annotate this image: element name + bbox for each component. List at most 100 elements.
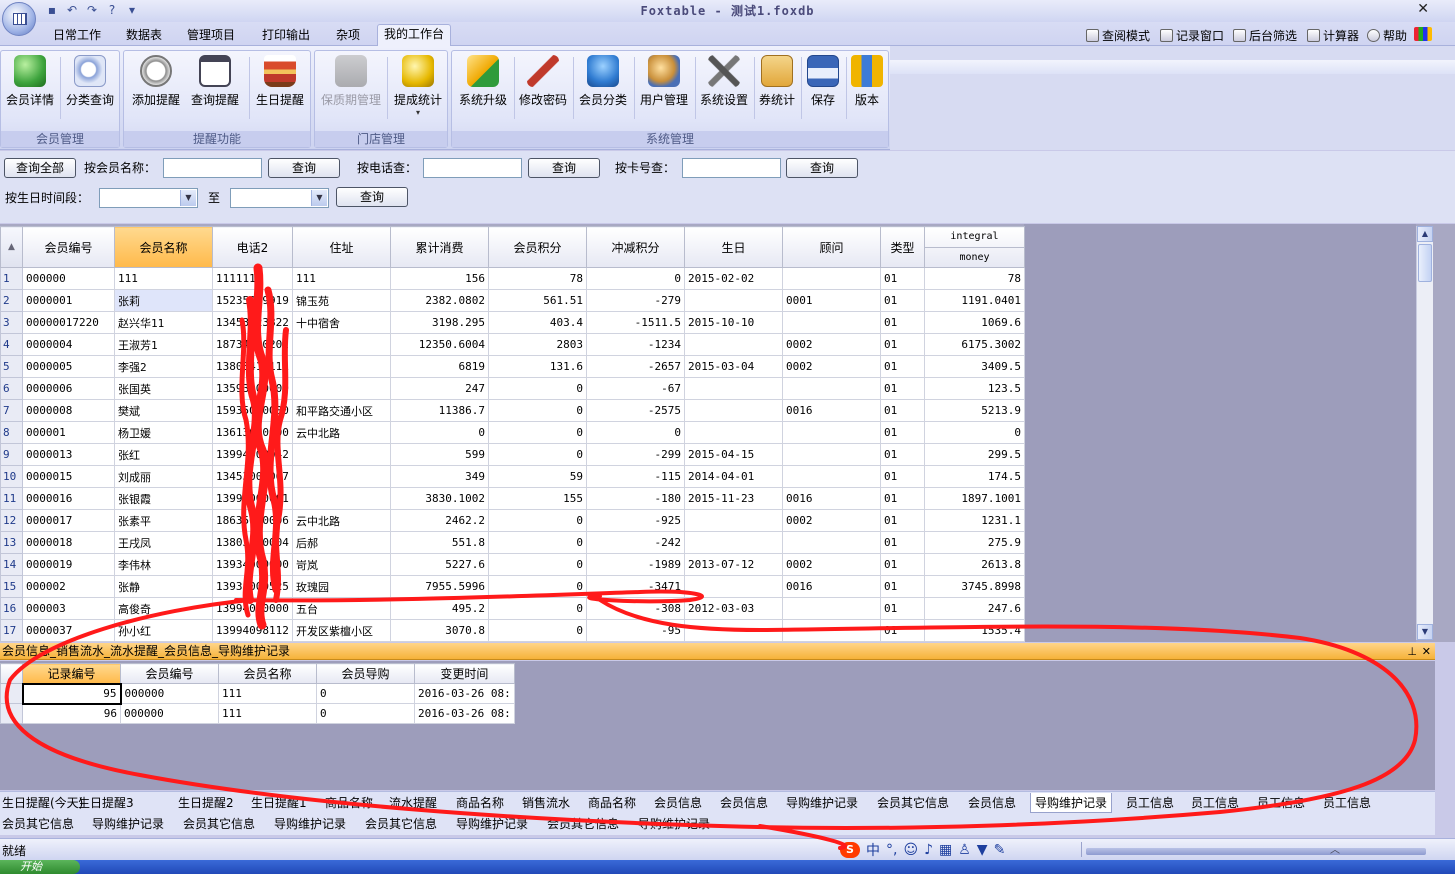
table-cell[interactable]: -1511.5 xyxy=(586,311,685,334)
row-number[interactable]: 17 xyxy=(0,619,23,642)
doc-tab[interactable]: 商品名称 xyxy=(325,793,373,813)
table-cell[interactable]: 2012-03-03 xyxy=(684,597,783,620)
table-cell[interactable]: 0000013 xyxy=(22,443,115,466)
table-cell[interactable]: 2613.8 xyxy=(924,553,1025,576)
table-cell[interactable]: 131.6 xyxy=(488,355,587,378)
row-number[interactable]: 15 xyxy=(0,575,23,598)
table-cell[interactable] xyxy=(292,377,391,400)
table-cell[interactable]: 0 xyxy=(488,509,587,532)
doc-tab[interactable]: 会员其它信息 xyxy=(365,814,437,834)
table-cell[interactable]: 2016-03-26 08: xyxy=(414,683,515,704)
col-advisor[interactable]: 顾问 xyxy=(782,226,881,268)
table-cell[interactable]: 78 xyxy=(924,267,1025,290)
col-integral-money[interactable]: integral money xyxy=(924,226,1025,268)
table-cell[interactable]: 2015-03-04 xyxy=(684,355,783,378)
table-cell[interactable]: 0000017 xyxy=(22,509,115,532)
col-points[interactable]: 会员积分 xyxy=(488,226,587,268)
table-cell[interactable]: -180 xyxy=(586,487,685,510)
table-cell[interactable]: 0002 xyxy=(782,553,881,576)
table-cell[interactable]: 7955.5996 xyxy=(390,575,489,598)
table-cell[interactable]: 18635000006 xyxy=(212,509,293,532)
table-row[interactable]: 95 000000 111 0 2016-03-26 08: xyxy=(0,682,515,705)
table-cell[interactable]: 2015-10-10 xyxy=(684,311,783,334)
table-cell[interactable]: 1535.4 xyxy=(924,619,1025,642)
table-row[interactable]: 2 0000001 张莉 15235089919 锦玉苑 2382.0802 561.51-… xyxy=(0,289,1025,312)
table-cell[interactable]: 247 xyxy=(390,377,489,400)
table-cell[interactable]: 玫瑰园 xyxy=(292,575,391,598)
table-cell[interactable]: -1234 xyxy=(586,333,685,356)
doc-tab[interactable]: 导购维护记录 xyxy=(274,814,346,834)
table-row[interactable]: 17 0000037 孙小红 13994098112 开发区紫檀小区 3070.8 0 -95… xyxy=(0,619,1025,642)
col-record-id[interactable]: 记录编号 xyxy=(22,663,121,684)
tab-data-tables[interactable]: 数据表 xyxy=(120,26,168,46)
col-member-guide[interactable]: 会员导购 xyxy=(316,663,415,684)
category-query-button[interactable]: 分类查询 xyxy=(63,53,117,125)
skin-icon[interactable]: ▼ xyxy=(977,842,988,858)
table-cell[interactable]: 0 xyxy=(488,597,587,620)
add-reminder-button[interactable]: 添加提醒 xyxy=(128,53,184,125)
select-all-corner[interactable]: ▲ xyxy=(0,226,23,268)
table-cell[interactable]: 0002 xyxy=(782,333,881,356)
row-number[interactable]: 14 xyxy=(0,553,23,576)
system-settings-button[interactable]: 系统设置 xyxy=(696,53,752,125)
table-cell[interactable]: 13453000007 xyxy=(212,465,293,488)
sogou-logo-icon[interactable]: S xyxy=(840,842,860,858)
user-icon[interactable]: ♙ xyxy=(958,842,971,858)
table-cell[interactable]: 0002 xyxy=(782,355,881,378)
row-number[interactable]: 10 xyxy=(0,465,23,488)
emoji-icon[interactable]: ☺ xyxy=(903,842,918,858)
row-number[interactable]: 1 xyxy=(0,267,23,290)
doc-tab[interactable]: 生日提醒2 xyxy=(178,793,234,813)
commission-stats-button[interactable]: 提成统计 ▾ xyxy=(389,53,447,125)
table-cell[interactable]: 247.6 xyxy=(924,597,1025,620)
table-cell[interactable]: 01 xyxy=(880,553,925,576)
help-button[interactable]: 帮助 xyxy=(1367,27,1407,44)
member-name-input[interactable] xyxy=(163,158,262,178)
col-phone2[interactable]: 电话2 xyxy=(212,226,293,268)
table-cell[interactable]: 岢岚 xyxy=(292,553,391,576)
doc-tab[interactable]: 生日提醒3 xyxy=(78,793,134,813)
table-cell[interactable]: 刘成丽 xyxy=(114,465,213,488)
tab-my-workbench[interactable]: 我的工作台 xyxy=(377,24,452,47)
table-cell[interactable]: 01 xyxy=(880,333,925,356)
table-cell[interactable]: 0016 xyxy=(782,575,881,598)
table-cell[interactable]: 599 xyxy=(390,443,489,466)
table-cell[interactable]: 551.8 xyxy=(390,531,489,554)
table-cell[interactable] xyxy=(292,355,391,378)
doc-tab[interactable]: 员工信息 xyxy=(1126,793,1174,813)
table-cell[interactable]: 01 xyxy=(880,421,925,444)
table-cell[interactable]: -67 xyxy=(586,377,685,400)
table-cell[interactable]: 13935000525 xyxy=(212,575,293,598)
table-cell[interactable]: 6819 xyxy=(390,355,489,378)
table-cell[interactable]: -115 xyxy=(586,465,685,488)
table-row[interactable]: 7 0000008 樊斌 15935000000 和平路交通小区 11386.7 0 -257… xyxy=(0,399,1025,422)
table-cell[interactable] xyxy=(782,619,881,642)
table-cell[interactable] xyxy=(782,443,881,466)
table-row[interactable]: 11 0000016 张银霞 13994000001 3830.1002 155 -180 2… xyxy=(0,487,1025,510)
table-cell[interactable]: -1989 xyxy=(586,553,685,576)
table-cell[interactable]: 张莉 xyxy=(114,289,213,312)
table-cell[interactable]: 3830.1002 xyxy=(390,487,489,510)
birthday-end-select[interactable]: ▼ xyxy=(230,188,329,208)
table-cell[interactable]: -3471 xyxy=(586,575,685,598)
tab-daily-work[interactable]: 日常工作 xyxy=(47,26,107,46)
background-filter-button[interactable]: 后台筛选 xyxy=(1233,27,1297,44)
table-cell[interactable]: 0 xyxy=(586,421,685,444)
table-cell[interactable]: 和平路交通小区 xyxy=(292,399,391,422)
table-cell[interactable] xyxy=(782,267,881,290)
table-cell[interactable] xyxy=(684,619,783,642)
table-cell[interactable]: 96 xyxy=(22,703,121,724)
table-cell[interactable]: 156 xyxy=(390,267,489,290)
table-cell[interactable]: 155 xyxy=(488,487,587,510)
table-cell[interactable]: 111 xyxy=(114,267,213,290)
tab-misc[interactable]: 杂项 xyxy=(330,26,366,46)
table-row[interactable]: 9 0000013 张红 13994000042 599 0 -299 2015-04-15 0… xyxy=(0,443,1025,466)
table-cell[interactable]: 13803411111 xyxy=(212,355,293,378)
table-cell[interactable]: -299 xyxy=(586,443,685,466)
calculator-button[interactable]: 计算器 xyxy=(1307,27,1359,44)
table-cell[interactable]: 张素平 xyxy=(114,509,213,532)
table-cell[interactable]: 杨卫媛 xyxy=(114,421,213,444)
table-cell[interactable]: 锦玉苑 xyxy=(292,289,391,312)
doc-tab[interactable]: 流水提醒 xyxy=(389,793,437,813)
start-button[interactable]: 开始 xyxy=(0,860,80,874)
